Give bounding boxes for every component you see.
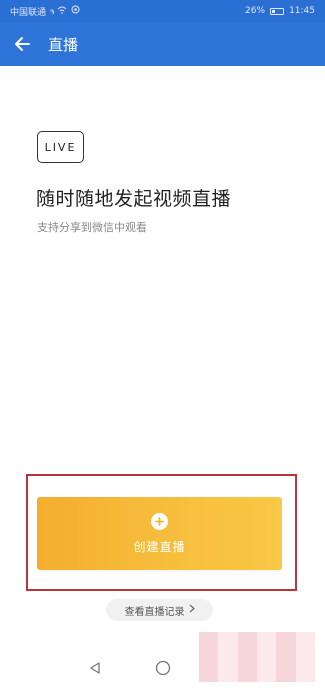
app-notification-icon bbox=[71, 5, 80, 17]
battery-percent: 26% bbox=[245, 6, 266, 16]
wifi-icon bbox=[57, 6, 67, 17]
triangle-back-icon[interactable] bbox=[86, 659, 104, 677]
plus-circle-icon bbox=[151, 512, 168, 530]
view-history-label: 查看直播记录 bbox=[124, 606, 185, 618]
view-history-link[interactable]: 查看直播记录 bbox=[106, 599, 213, 621]
status-right: 26% 11:45 bbox=[245, 6, 315, 16]
live-badge: LIVE bbox=[37, 131, 84, 163]
create-live-label: 创建直播 bbox=[133, 539, 186, 554]
create-live-button[interactable]: 创建直播 bbox=[37, 497, 282, 570]
app-bar: 直播 bbox=[0, 22, 325, 66]
signal-icon: ᵃᵢₗₗ bbox=[50, 6, 54, 16]
subline: 支持分享到微信中观看 bbox=[37, 221, 147, 234]
circle-home-icon[interactable] bbox=[154, 659, 172, 677]
chevron-right-icon bbox=[189, 604, 195, 616]
status-bar: 中国联通 ᵃᵢₗₗ 26% 11:45 bbox=[0, 0, 325, 22]
battery-icon bbox=[270, 7, 285, 15]
headline: 随时随地发起视频直播 bbox=[36, 188, 232, 210]
carrier-label: 中国联通 bbox=[10, 7, 47, 18]
clock: 11:45 bbox=[289, 6, 315, 16]
mosaic-watermark bbox=[199, 632, 315, 682]
arrow-left-icon[interactable] bbox=[10, 32, 34, 56]
page-title: 直播 bbox=[48, 35, 79, 54]
status-left: 中国联通 ᵃᵢₗₗ bbox=[10, 5, 80, 18]
